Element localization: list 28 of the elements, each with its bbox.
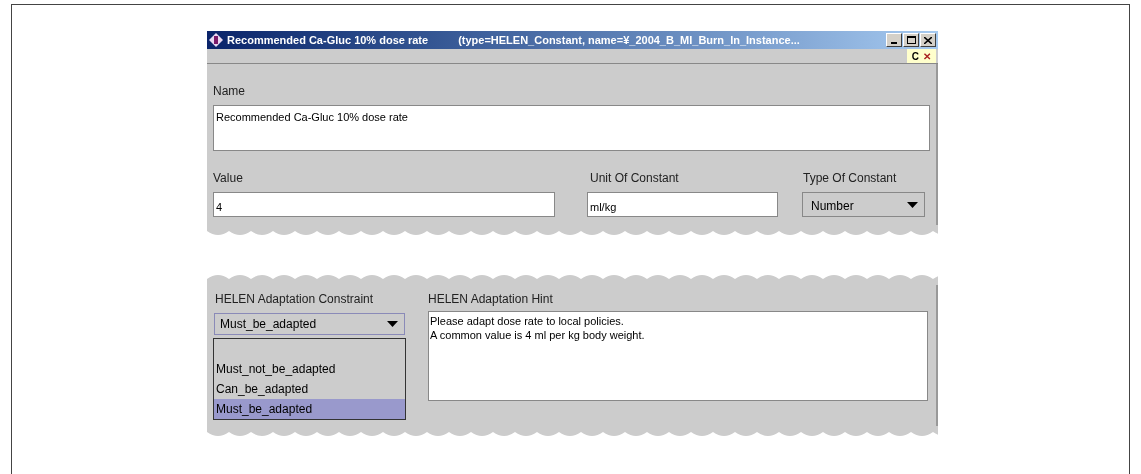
minimize-icon [891,42,897,44]
field-label: HELEN Adaptation Hint [428,291,554,308]
dropdown-arrow-icon [907,201,918,208]
type-dropdown[interactable]: Number [802,192,925,217]
maximize-icon [906,36,916,44]
field-label: HELEN Adaptation Constraint [215,291,375,308]
field-label: Type Of Constant [803,170,898,187]
badge-letter: C [911,49,919,64]
dropdown-arrow-icon [387,321,398,327]
close-icon [924,36,932,44]
constraint-dropdown[interactable]: Must_be_adapted [214,313,405,335]
field-label: Unit Of Constant [590,170,680,187]
dropdown-option[interactable]: Must_not_be_adapted [214,359,405,379]
unit-field[interactable]: ml/kg [587,192,778,217]
dropdown-option[interactable]: Must_be_adapted [214,399,405,419]
window-title: Recommended Ca-Gluc 10% dose rate [227,32,429,48]
maximize-button[interactable] [903,33,919,47]
app-icon [209,33,223,47]
minimize-button[interactable] [886,33,902,47]
field-label: Name [213,83,246,100]
close-mark[interactable]: ✕ [923,48,931,64]
value-field[interactable]: 4 [213,192,555,217]
dropdown-option[interactable]: Can_be_adapted [214,379,405,399]
close-button[interactable] [920,33,936,47]
name-field[interactable]: Recommended Ca-Gluc 10% dose rate [213,105,930,151]
hint-field[interactable]: Please adapt dose rate to local policies. A common value is 4 ml per kg body weight. [428,311,928,401]
window-subtitle: (type=HELEN_Constant, name=¥_2004_B_MI_Burn_In_Instance... [458,32,801,48]
field-label: Value [213,170,244,187]
